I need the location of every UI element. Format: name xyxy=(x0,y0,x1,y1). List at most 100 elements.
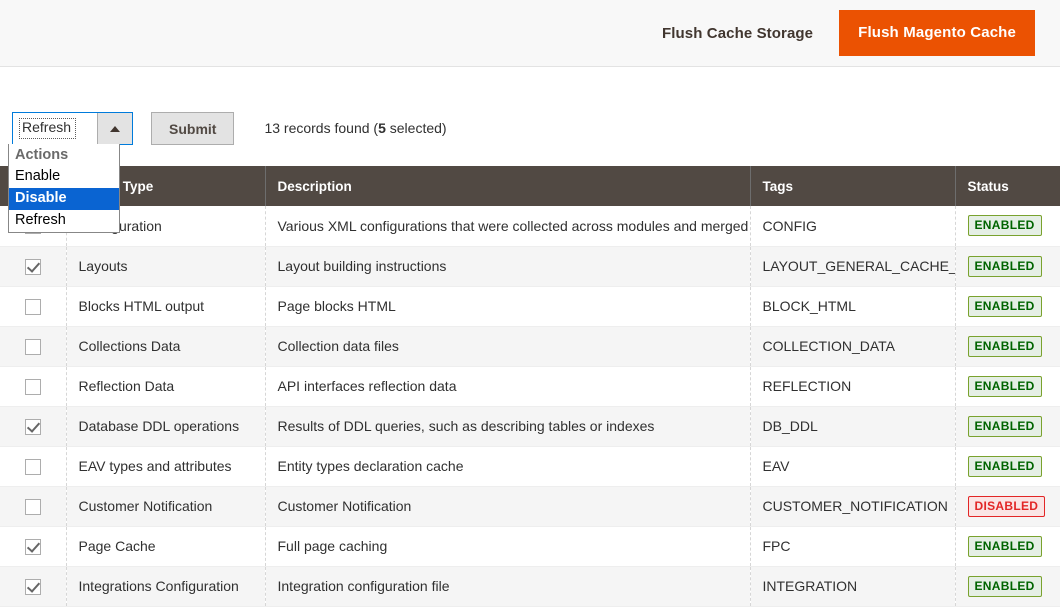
cell-description: Customer Notification xyxy=(265,486,751,527)
mass-action-select-toggle[interactable] xyxy=(97,113,132,144)
cell-description: Full page caching xyxy=(265,526,751,567)
row-checkbox[interactable] xyxy=(24,458,41,475)
mass-action-select[interactable]: Refresh xyxy=(12,112,133,145)
chevron-up-icon xyxy=(110,125,120,132)
status-badge: ENABLED xyxy=(967,215,1042,237)
row-checkbox-cell[interactable] xyxy=(0,366,67,407)
cell-status: ENABLED xyxy=(955,286,1060,327)
flush-cache-storage-button[interactable]: Flush Cache Storage xyxy=(662,25,813,42)
cache-management-grid: Cache Type Description Tags Status Confi… xyxy=(0,166,1060,607)
cell-tags: BLOCK_HTML xyxy=(750,286,956,327)
mass-action-option-list[interactable]: Actions Enable Disable Refresh xyxy=(8,144,120,233)
records-found-info: 13 records found (5 selected) xyxy=(264,112,446,145)
cell-status: ENABLED xyxy=(955,566,1060,607)
cell-type: Blocks HTML output xyxy=(66,286,266,327)
table-row: Blocks HTML output Page blocks HTML BLOCK_… xyxy=(0,286,1060,327)
grid-toolbar: Refresh Submit 13 records found (5 selec… xyxy=(12,112,447,145)
header-action-group: Flush Cache Storage Flush Magento Cache xyxy=(662,0,1035,66)
cell-type: Collections Data xyxy=(66,326,266,367)
mass-action-option-refresh[interactable]: Refresh xyxy=(9,210,119,232)
table-row: Customer Notification Customer Notificati… xyxy=(0,486,1060,527)
status-badge: ENABLED xyxy=(967,455,1042,477)
submit-button[interactable]: Submit xyxy=(151,112,235,145)
status-badge: DISABLED xyxy=(967,495,1046,517)
selected-records-count: 5 xyxy=(378,120,386,136)
table-row: EAV types and attributes Entity types dec… xyxy=(0,446,1060,487)
cell-type: Page Cache xyxy=(66,526,266,567)
column-header-description[interactable]: Description xyxy=(265,166,751,206)
cell-status: ENABLED xyxy=(955,326,1060,367)
cell-description: Layout building instructions xyxy=(265,246,751,287)
cell-status: ENABLED xyxy=(955,366,1060,407)
mass-action-select-value-area[interactable]: Refresh xyxy=(13,113,97,144)
table-row: Integrations Configuration Integration co… xyxy=(0,566,1060,607)
status-badge: ENABLED xyxy=(967,375,1042,397)
row-checkbox-cell[interactable] xyxy=(0,406,67,447)
row-checkbox-cell[interactable] xyxy=(0,286,67,327)
column-header-status[interactable]: Status xyxy=(955,166,1060,206)
status-badge: ENABLED xyxy=(967,415,1042,437)
cell-type: Customer Notification xyxy=(66,486,266,527)
cell-tags: LAYOUT_GENERAL_CACHE_TAG xyxy=(750,246,956,287)
row-checkbox-cell[interactable] xyxy=(0,246,67,287)
cell-tags: COLLECTION_DATA xyxy=(750,326,956,367)
cell-type: Integrations Configuration xyxy=(66,566,266,607)
cell-status: ENABLED xyxy=(955,526,1060,567)
status-badge: ENABLED xyxy=(967,535,1042,557)
cell-type: Layouts xyxy=(66,246,266,287)
cell-tags: CONFIG xyxy=(750,206,956,247)
grid-body: Configuration Various XML configurations … xyxy=(0,206,1060,607)
cell-tags: DB_DDL xyxy=(750,406,956,447)
grid-header: Cache Type Description Tags Status xyxy=(0,166,1060,206)
cell-type: Database DDL operations xyxy=(66,406,266,447)
cell-description: Results of DDL queries, such as describi… xyxy=(265,406,751,447)
table-row: Reflection Data API interfaces reflection… xyxy=(0,366,1060,407)
column-header-tags[interactable]: Tags xyxy=(750,166,956,206)
row-checkbox[interactable] xyxy=(24,538,41,555)
cell-type: EAV types and attributes xyxy=(66,446,266,487)
table-row: Layouts Layout building instructions LAYOU… xyxy=(0,246,1060,287)
page-header: Flush Cache Storage Flush Magento Cache xyxy=(0,0,1060,67)
mass-action-option-enable[interactable]: Enable xyxy=(9,166,119,188)
row-checkbox[interactable] xyxy=(24,338,41,355)
records-found-prefix: 13 records found ( xyxy=(264,120,379,136)
table-row: Collections Data Collection data files COL… xyxy=(0,326,1060,367)
cell-tags: INTEGRATION xyxy=(750,566,956,607)
status-badge: ENABLED xyxy=(967,335,1042,357)
cell-tags: CUSTOMER_NOTIFICATION xyxy=(750,486,956,527)
grid-header-row: Cache Type Description Tags Status xyxy=(0,166,1060,206)
table-row: Database DDL operations Results of DDL qu… xyxy=(0,406,1060,447)
cell-status: ENABLED xyxy=(955,406,1060,447)
table-row: Page Cache Full page caching FPC ENABLED xyxy=(0,526,1060,567)
flush-magento-cache-button[interactable]: Flush Magento Cache xyxy=(839,10,1035,56)
cell-description: Page blocks HTML xyxy=(265,286,751,327)
row-checkbox[interactable] xyxy=(24,298,41,315)
cell-description: Integration configuration file xyxy=(265,566,751,607)
cell-description: Collection data files xyxy=(265,326,751,367)
cell-status: ENABLED xyxy=(955,446,1060,487)
cell-tags: REFLECTION xyxy=(750,366,956,407)
row-checkbox-cell[interactable] xyxy=(0,486,67,527)
cell-description: Entity types declaration cache xyxy=(265,446,751,487)
table-row: Configuration Various XML configurations … xyxy=(0,206,1060,247)
status-badge: ENABLED xyxy=(967,255,1042,277)
row-checkbox[interactable] xyxy=(24,498,41,515)
row-checkbox-cell[interactable] xyxy=(0,526,67,567)
row-checkbox[interactable] xyxy=(24,378,41,395)
records-found-suffix: selected) xyxy=(385,120,447,136)
cell-type: Reflection Data xyxy=(66,366,266,407)
row-checkbox-cell[interactable] xyxy=(0,326,67,367)
option-group-label-actions: Actions xyxy=(15,147,69,163)
mass-action-selected-value: Refresh xyxy=(18,118,77,139)
row-checkbox[interactable] xyxy=(24,578,41,595)
cell-status: ENABLED xyxy=(955,246,1060,287)
row-checkbox-cell[interactable] xyxy=(0,446,67,487)
row-checkbox[interactable] xyxy=(24,258,41,275)
status-badge: ENABLED xyxy=(967,575,1042,597)
row-checkbox-cell[interactable] xyxy=(0,566,67,607)
cell-tags: FPC xyxy=(750,526,956,567)
mass-action-option-disable[interactable]: Disable xyxy=(9,188,119,210)
row-checkbox[interactable] xyxy=(24,418,41,435)
cell-description: API interfaces reflection data xyxy=(265,366,751,407)
cell-description: Various XML configurations that were col… xyxy=(265,206,751,247)
